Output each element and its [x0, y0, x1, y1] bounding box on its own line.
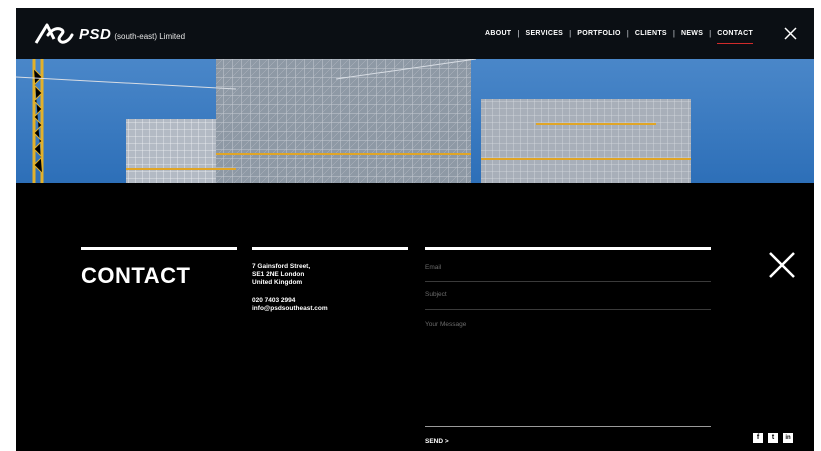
subject-field[interactable]: [425, 291, 711, 298]
nav-separator: |: [569, 29, 572, 38]
close-icon[interactable]: [784, 27, 797, 40]
address-block: 7 Gainsford Street, SE1 2NE London Unite…: [252, 263, 310, 287]
nav-news[interactable]: NEWS: [681, 30, 703, 37]
twitter-icon[interactable]: t: [768, 433, 778, 443]
message-field[interactable]: [425, 321, 711, 421]
nav-about[interactable]: ABOUT: [485, 30, 511, 37]
nav-services[interactable]: SERVICES: [525, 30, 563, 37]
address-rule: [252, 247, 408, 250]
linkedin-icon[interactable]: in: [783, 433, 793, 443]
nav-portfolio[interactable]: PORTFOLIO: [577, 30, 621, 37]
psd-logo-icon[interactable]: [34, 21, 74, 47]
nav-contact[interactable]: CONTACT: [717, 30, 753, 44]
site-header: PSD (south-east) Limited ABOUT | SERVICES…: [16, 8, 814, 59]
page-title: CONTACT: [81, 263, 191, 288]
brand-suffix: (south-east) Limited: [114, 32, 186, 41]
email-field[interactable]: [425, 264, 711, 271]
brand[interactable]: PSD (south-east) Limited: [79, 26, 185, 44]
field-divider: [425, 281, 711, 282]
address-line: SE1 2NE London: [252, 271, 305, 278]
nav-separator: |: [709, 29, 712, 38]
page-frame: PSD (south-east) Limited ABOUT | SERVICES…: [16, 8, 814, 451]
contact-details: 020 7403 2994 info@psdsoutheast.com: [252, 297, 328, 313]
send-button[interactable]: SEND >: [425, 438, 449, 445]
email-link[interactable]: info@psdsoutheast.com: [252, 305, 328, 313]
close-icon[interactable]: [768, 251, 796, 279]
main-nav: ABOUT | SERVICES | PORTFOLIO | CLIENTS |…: [485, 8, 753, 59]
nav-separator: |: [626, 29, 629, 38]
nav-separator: |: [517, 29, 520, 38]
address-line: United Kingdom: [252, 279, 303, 286]
brand-name: PSD: [79, 26, 112, 43]
title-rule: [81, 247, 237, 250]
form-rule: [425, 247, 711, 250]
hero-image: [16, 59, 814, 183]
field-divider: [425, 426, 711, 427]
address-line: 7 Gainsford Street,: [252, 263, 311, 270]
facebook-icon[interactable]: f: [753, 433, 763, 443]
contact-panel: CONTACT 7 Gainsford Street, SE1 2NE Lond…: [16, 183, 814, 451]
phone-number[interactable]: 020 7403 2994: [252, 297, 328, 305]
field-divider: [425, 309, 711, 310]
nav-clients[interactable]: CLIENTS: [635, 30, 667, 37]
nav-separator: |: [672, 29, 675, 38]
building-scaffold-image: [16, 59, 814, 183]
